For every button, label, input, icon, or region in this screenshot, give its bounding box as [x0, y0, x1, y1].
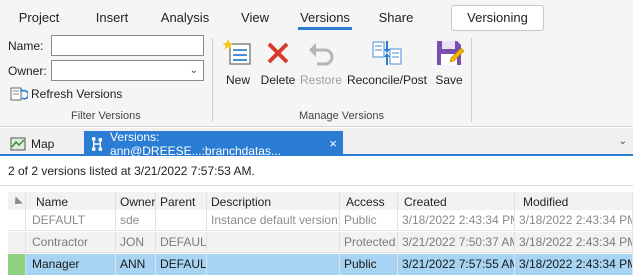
cell-owner: ANN [116, 254, 156, 275]
ribbon-tab-bar: Project Insert Analysis View Versions Sh… [0, 0, 633, 34]
cell-modified: 3/18/2022 2:43:34 PM [515, 254, 633, 275]
tab-list-dropdown-icon[interactable]: ⌄ [619, 136, 627, 147]
view-tab-strip: Map Versions: ann@DREESE...:branchdatas.… [0, 128, 633, 158]
tab-view[interactable]: View [234, 0, 276, 34]
cell-name: DEFAULT [26, 210, 116, 231]
table-row-selected[interactable]: Manager ANN DEFAULT Public 3/21/2022 7:5… [8, 254, 633, 275]
cell-name: Contractor [26, 232, 116, 253]
corner-triangle-icon [11, 196, 23, 208]
cell-modified: 3/18/2022 2:43:34 PM [515, 210, 633, 231]
cell-created: 3/18/2022 2:43:34 PM [398, 210, 515, 231]
close-icon[interactable]: × [329, 136, 337, 151]
delete-version-button[interactable]: Delete [260, 38, 296, 87]
cell-name: Manager [26, 254, 116, 275]
name-label: Name: [8, 39, 44, 53]
cell-access: Public [340, 210, 398, 231]
cell-parent [156, 210, 207, 231]
cell-owner: sde [116, 210, 156, 231]
restore-version-label: Restore [299, 73, 343, 87]
map-tab-label: Map [31, 136, 55, 151]
cell-parent: DEFAULT [156, 232, 207, 253]
version-list-status-bar: 2 of 2 versions listed at 3/21/2022 7:57… [0, 156, 633, 186]
tab-share[interactable]: Share [372, 0, 420, 34]
chevron-down-icon: ⌄ [189, 65, 198, 76]
row-selector[interactable] [8, 210, 26, 231]
tab-insert[interactable]: Insert [88, 0, 136, 34]
refresh-versions-button[interactable]: Refresh Versions [10, 85, 122, 103]
ribbon-panel: Name: Owner: ⌄ Refresh Versions Filter V… [0, 34, 633, 148]
restore-version-button[interactable]: Restore [299, 38, 343, 87]
table-row[interactable]: Contractor JON DEFAULT Protected 3/21/20… [8, 232, 633, 253]
map-icon [10, 137, 26, 150]
refresh-icon [10, 87, 28, 101]
row-selector[interactable] [8, 232, 26, 253]
save-disk-icon [437, 41, 465, 65]
refresh-versions-label: Refresh Versions [31, 87, 123, 101]
reconcile-post-button[interactable]: Reconcile/Post [346, 38, 428, 87]
cell-description: Instance default version. [207, 210, 340, 231]
tab-versions[interactable]: Versions [298, 0, 352, 34]
delete-x-icon [267, 42, 289, 64]
undo-arrow-icon [309, 43, 334, 66]
save-versions-button[interactable]: Save [433, 38, 465, 87]
reconcile-post-label: Reconcile/Post [346, 73, 428, 87]
versions-tab-label: Versions: ann@DREESE...:branchdatas... [110, 129, 281, 158]
new-version-icon [222, 39, 251, 65]
version-count-status: 2 of 2 versions listed at 3/21/2022 7:57… [8, 164, 255, 178]
cell-created: 3/21/2022 7:57:55 AM [398, 254, 515, 275]
tab-project[interactable]: Project [10, 0, 68, 34]
owner-filter-select[interactable]: ⌄ [51, 60, 204, 81]
cell-access: Public [340, 254, 398, 275]
versions-view-icon [91, 136, 103, 151]
save-versions-label: Save [435, 73, 463, 87]
new-version-label: New [225, 73, 250, 87]
cell-owner: JON [116, 232, 156, 253]
group-separator [212, 38, 213, 122]
tab-versioning[interactable]: Versioning [451, 5, 544, 31]
cell-created: 3/21/2022 7:50:37 AM [398, 232, 515, 253]
new-version-button[interactable]: New [221, 38, 255, 87]
reconcile-post-icon [372, 41, 402, 65]
row-selector[interactable] [8, 254, 26, 275]
manage-versions-group-label: Manage Versions [299, 110, 384, 122]
filter-versions-group-label: Filter Versions [71, 110, 141, 122]
tab-versions-view[interactable]: Versions: ann@DREESE...:branchdatas... × [84, 129, 343, 158]
cell-description [207, 254, 340, 275]
cell-parent: DEFAULT [156, 254, 207, 275]
name-filter-input[interactable] [51, 35, 204, 56]
delete-version-label: Delete [260, 73, 296, 87]
table-row[interactable]: DEFAULT sde Instance default version. Pu… [8, 210, 633, 231]
cell-access: Protected [340, 232, 398, 253]
group-separator [471, 38, 472, 122]
tab-map-view[interactable]: Map [4, 131, 60, 156]
tab-analysis[interactable]: Analysis [154, 0, 216, 34]
owner-label: Owner: [8, 64, 47, 78]
cell-modified: 3/18/2022 2:43:34 PM [515, 232, 633, 253]
cell-description [207, 232, 340, 253]
